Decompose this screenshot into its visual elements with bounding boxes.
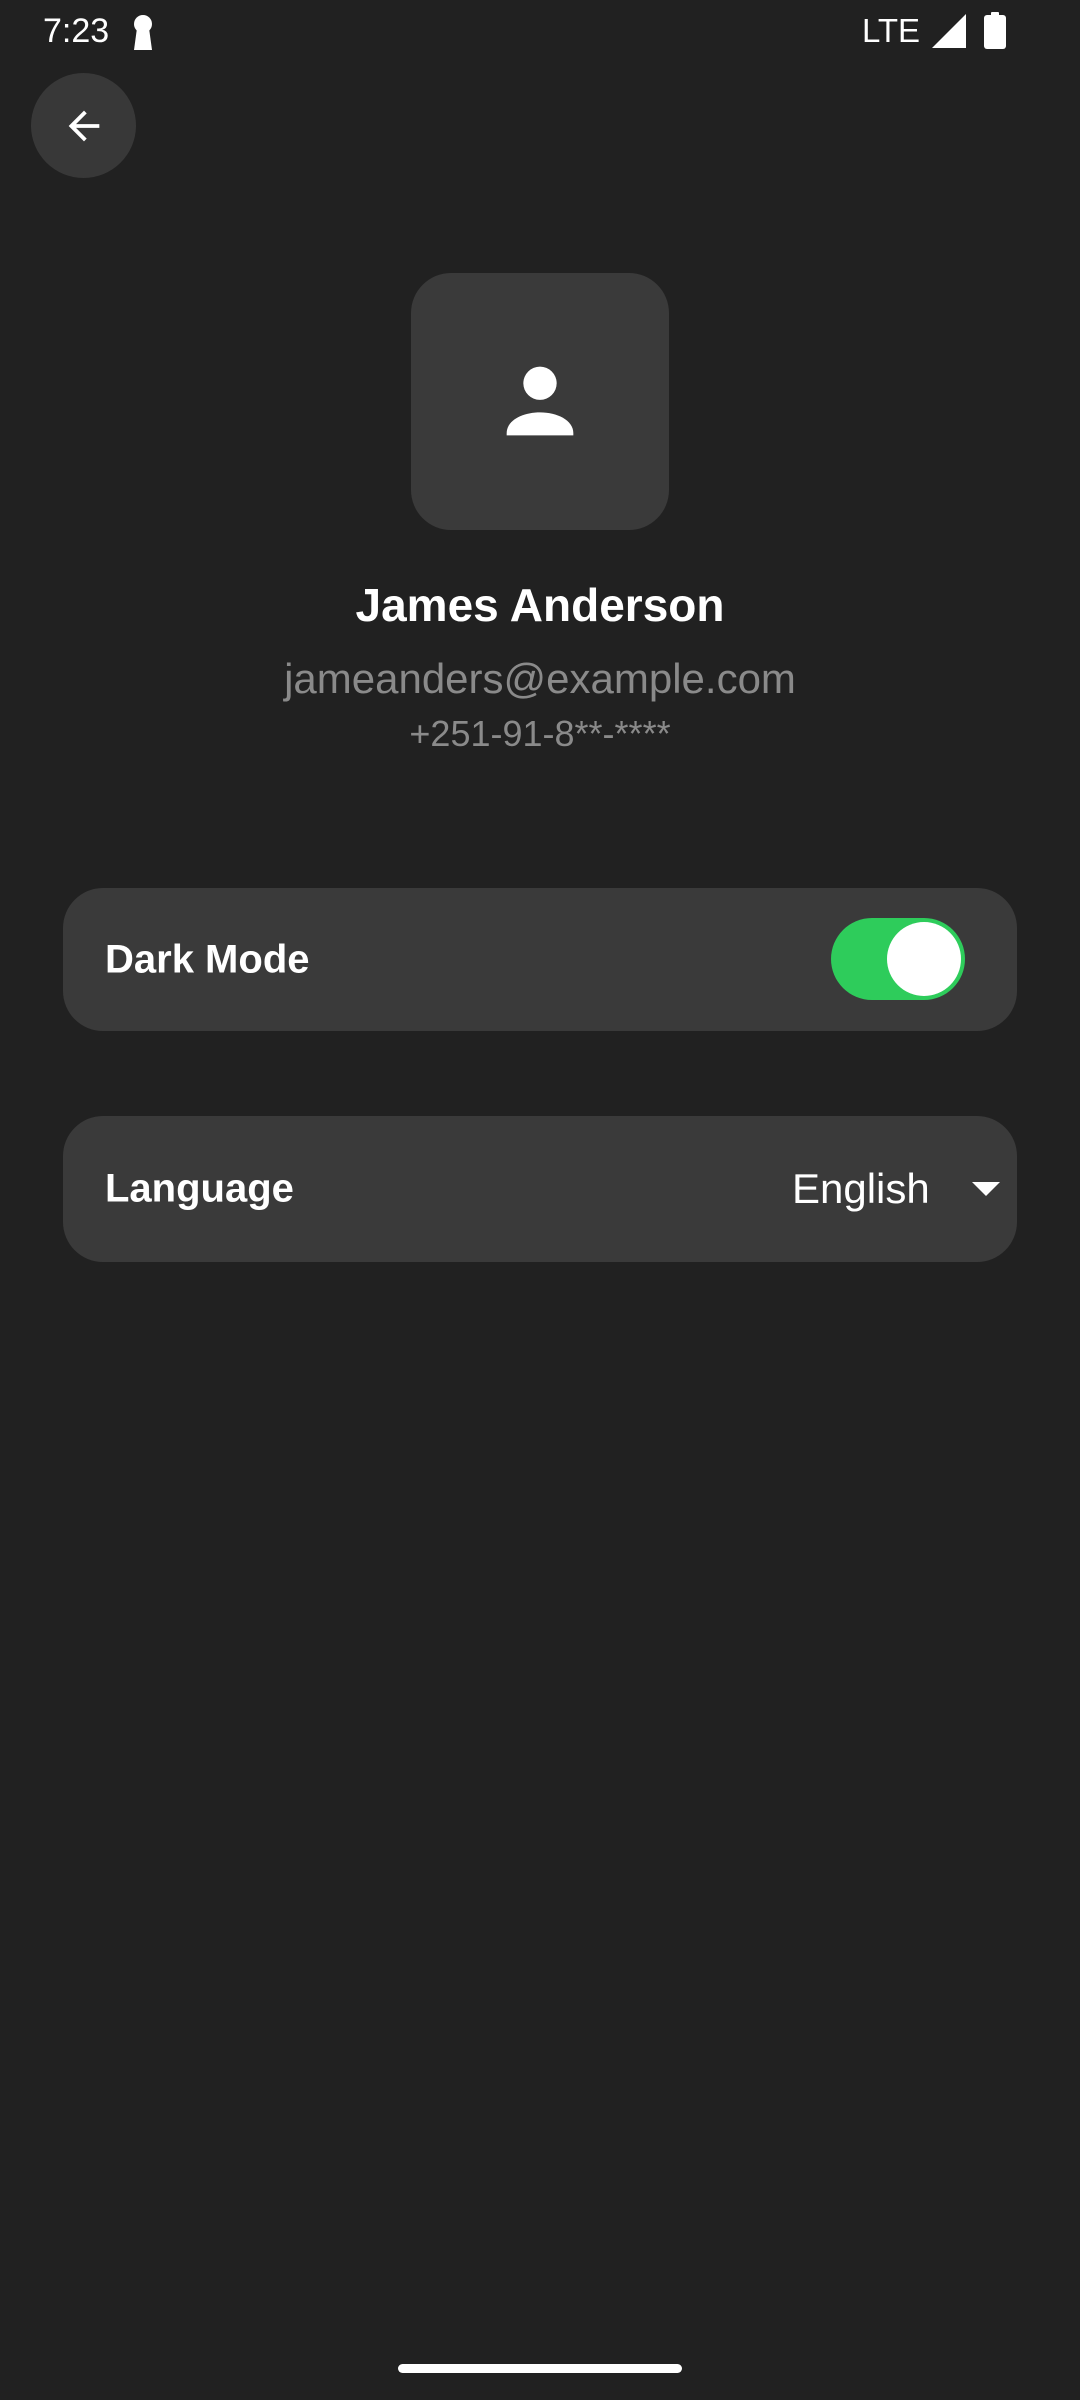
avatar[interactable] bbox=[411, 273, 669, 530]
home-indicator[interactable] bbox=[398, 2364, 682, 2373]
language-label: Language bbox=[105, 1166, 294, 1211]
dark-mode-label: Dark Mode bbox=[105, 937, 310, 981]
status-time: 7:23 bbox=[43, 12, 110, 50]
profile-name: James Anderson bbox=[355, 579, 725, 631]
signal-icon bbox=[932, 14, 966, 48]
keyhole-icon bbox=[134, 15, 152, 50]
language-setting: Language English bbox=[63, 1116, 1017, 1262]
dark-mode-toggle[interactable] bbox=[831, 918, 965, 1000]
network-type: LTE bbox=[862, 12, 921, 49]
status-bar: 7:23 LTE bbox=[0, 0, 1080, 62]
battery-icon bbox=[984, 12, 1006, 49]
language-value: English bbox=[792, 1165, 930, 1212]
language-dropdown[interactable]: English bbox=[728, 1146, 1008, 1232]
dark-mode-setting: Dark Mode bbox=[63, 888, 1017, 1031]
profile-phone: +251-91-8**-**** bbox=[409, 713, 671, 754]
profile-email: jameanders@example.com bbox=[284, 655, 796, 702]
person-icon bbox=[506, 366, 574, 435]
back-button[interactable] bbox=[31, 73, 136, 178]
toggle-knob bbox=[887, 922, 961, 996]
arrow-left-icon bbox=[68, 110, 99, 141]
dropdown-arrow-icon bbox=[972, 1182, 1000, 1196]
